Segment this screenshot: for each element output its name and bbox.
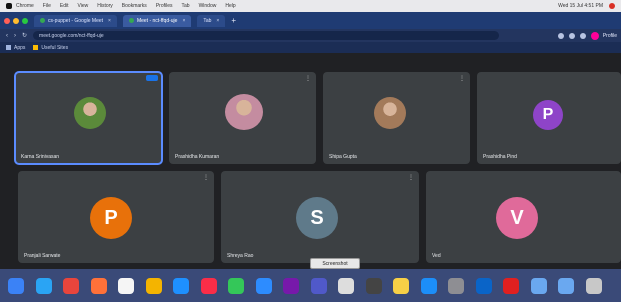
folder-icon[interactable] xyxy=(531,278,547,294)
appstore-icon[interactable] xyxy=(421,278,437,294)
participant-name: Karna Srinivasan xyxy=(21,154,60,160)
tab-label: cs-puppet - Google Meet xyxy=(48,17,104,24)
participant-photo xyxy=(225,94,263,130)
participant-tile[interactable]: S ⋮ Shreya Rao xyxy=(221,171,419,263)
browser-tab[interactable]: cs-puppet - Google Meet × xyxy=(34,14,117,27)
mail-icon[interactable] xyxy=(173,278,189,294)
menu-file[interactable]: File xyxy=(43,3,51,9)
camera-permission-icon[interactable] xyxy=(557,32,564,39)
speaking-indicator-icon xyxy=(146,75,158,81)
participant-initial: V xyxy=(496,197,538,239)
minimize-window-icon[interactable] xyxy=(13,17,19,24)
participant-tile[interactable]: Karna Srinivasan xyxy=(14,71,163,165)
clock-text[interactable]: Wed 15 Jul 4:51 PM xyxy=(558,3,603,9)
menu-tab[interactable]: Tab xyxy=(182,3,190,9)
close-window-icon[interactable] xyxy=(4,17,10,24)
more-options-icon[interactable]: ⋮ xyxy=(305,75,311,82)
onenote-icon[interactable] xyxy=(283,278,299,294)
calendar-icon[interactable] xyxy=(118,278,134,294)
menubar-status: Wed 15 Jul 4:51 PM xyxy=(558,3,621,9)
close-tab-icon[interactable]: × xyxy=(216,18,219,24)
menu-window[interactable]: Window xyxy=(199,3,217,9)
profile-avatar-icon[interactable] xyxy=(590,31,599,40)
firefox-icon[interactable] xyxy=(91,278,107,294)
tab-label: Meet - nct-ffqd-uje xyxy=(136,17,178,24)
notes-icon[interactable] xyxy=(393,278,409,294)
menu-history[interactable]: History xyxy=(97,3,113,9)
apple-icon[interactable] xyxy=(6,3,12,9)
bookmark-star-icon[interactable] xyxy=(568,32,575,39)
downloads-icon[interactable] xyxy=(558,278,574,294)
preview-icon[interactable] xyxy=(338,278,354,294)
participant-tile[interactable]: ⋮ Prashidha Kumaran xyxy=(169,72,316,164)
forward-icon[interactable]: › xyxy=(14,33,16,39)
participant-photo xyxy=(374,97,406,129)
teams-icon[interactable] xyxy=(311,278,327,294)
reload-icon[interactable]: ↻ xyxy=(22,32,27,39)
participant-initial: S xyxy=(296,197,338,239)
browser-tab[interactable]: Tab × xyxy=(197,14,226,27)
zoom-icon[interactable] xyxy=(256,278,272,294)
address-bar-row: ‹ › ↻ meet.google.com/nct-ffqd-uje Profi… xyxy=(0,29,621,42)
participant-name: Ved xyxy=(432,253,441,259)
zoom-window-icon[interactable] xyxy=(22,17,28,24)
menu-chrome[interactable]: Chrome xyxy=(16,3,34,9)
participant-name: Shipa Gupta xyxy=(329,154,357,160)
messages-icon[interactable] xyxy=(228,278,244,294)
settings-icon[interactable] xyxy=(448,278,464,294)
folder-icon xyxy=(33,45,39,50)
bookmark-folder[interactable]: Useful Sites xyxy=(33,45,68,51)
menu-edit[interactable]: Edit xyxy=(60,3,69,9)
record-icon[interactable] xyxy=(609,3,615,9)
tab-strip: cs-puppet - Google Meet × Meet - nct-ffq… xyxy=(0,12,621,29)
close-tab-icon[interactable]: × xyxy=(108,18,111,24)
screenshot-icon[interactable] xyxy=(366,278,382,294)
participant-name: Prashidha Pind xyxy=(483,154,517,160)
participant-tile[interactable]: V Ved xyxy=(426,171,621,263)
finder-icon[interactable] xyxy=(8,278,24,294)
menu-view[interactable]: View xyxy=(77,3,88,9)
url-field[interactable]: meet.google.com/nct-ffqd-uje xyxy=(33,31,500,40)
participant-tile[interactable]: ⋮ Shipa Gupta xyxy=(323,72,470,164)
new-tab-icon[interactable]: + xyxy=(231,16,236,25)
profile-label[interactable]: Profile xyxy=(603,33,617,39)
close-tab-icon[interactable]: × xyxy=(182,18,185,24)
more-options-icon[interactable]: ⋮ xyxy=(203,174,209,181)
menu-help[interactable]: Help xyxy=(225,3,235,9)
bookmark-apps[interactable]: Apps xyxy=(14,45,25,51)
apps-grid-icon[interactable] xyxy=(6,45,11,50)
meet-favicon-icon xyxy=(128,18,134,23)
outlook-icon[interactable] xyxy=(476,278,492,294)
participant-tile[interactable]: P Prashidha Pind xyxy=(477,72,621,164)
participant-initial: P xyxy=(533,100,563,130)
participant-name: Shreya Rao xyxy=(227,253,254,259)
chrome-icon[interactable] xyxy=(63,278,79,294)
pdf-icon[interactable] xyxy=(503,278,519,294)
safari-icon[interactable] xyxy=(36,278,52,294)
dock-tooltip: Screenshot xyxy=(310,258,360,269)
participant-name: Prashidha Kumaran xyxy=(175,154,220,160)
trash-icon[interactable] xyxy=(586,278,602,294)
back-icon[interactable]: ‹ xyxy=(6,33,8,39)
music-icon[interactable] xyxy=(201,278,217,294)
more-options-icon[interactable]: ⋮ xyxy=(408,174,414,181)
browser-tab-active[interactable]: Meet - nct-ffqd-uje × xyxy=(122,14,192,27)
mac-menubar: Chrome File Edit View History Bookmarks … xyxy=(0,0,621,12)
participant-initial: P xyxy=(90,197,132,239)
menu-bookmarks[interactable]: Bookmarks xyxy=(122,3,147,9)
photos-icon[interactable] xyxy=(146,278,162,294)
participant-photo xyxy=(74,97,106,129)
desktop-screen: Chrome File Edit View History Bookmarks … xyxy=(0,0,621,302)
url-text: meet.google.com/nct-ffqd-uje xyxy=(39,32,104,39)
bookmarks-bar: Apps Useful Sites xyxy=(0,42,621,53)
more-options-icon[interactable]: ⋮ xyxy=(459,75,465,82)
tab-label: Tab xyxy=(203,17,212,24)
extension-icon[interactable] xyxy=(579,32,586,39)
meet-favicon-icon xyxy=(40,18,45,23)
participant-name: Pranjali Sarwate xyxy=(24,253,61,259)
menu-profiles[interactable]: Profiles xyxy=(156,3,173,9)
bookmark-label: Useful Sites xyxy=(41,44,69,51)
participant-tile[interactable]: P ⋮ Pranjali Sarwate xyxy=(18,171,214,263)
